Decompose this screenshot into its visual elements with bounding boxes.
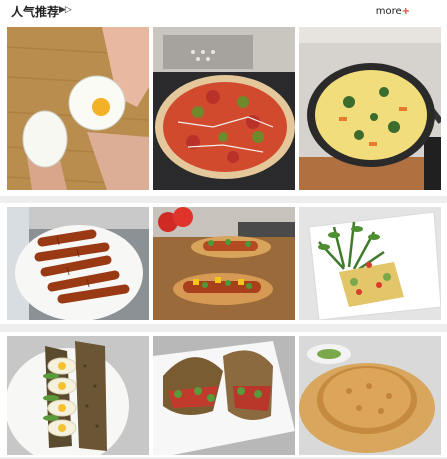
pizza-photo[interactable] xyxy=(153,27,295,190)
recipe-row-2 xyxy=(0,203,447,324)
egg-sandwich-photo[interactable] xyxy=(7,336,149,455)
recipe-row-3 xyxy=(0,332,447,457)
more-plus: + xyxy=(401,6,410,17)
play-arrows-icon: ▶▷ xyxy=(59,5,72,15)
cheese-pie-photo[interactable] xyxy=(299,336,441,455)
pasta-pan-photo[interactable] xyxy=(299,27,441,190)
salad-quiche-photo[interactable] xyxy=(299,207,441,320)
section-title: 人气推荐 xyxy=(11,5,60,19)
more-link[interactable]: more+ xyxy=(376,6,410,17)
boiled-egg-photo[interactable] xyxy=(7,27,149,190)
hotdogs-photo[interactable] xyxy=(153,207,295,320)
more-label: more xyxy=(375,6,402,17)
recipe-row-1 xyxy=(0,24,447,196)
sausages-photo[interactable] xyxy=(7,207,149,320)
sandwich-plate-photo[interactable] xyxy=(153,336,295,455)
section-header: 人气推荐 ▶▷ more+ xyxy=(0,0,447,24)
